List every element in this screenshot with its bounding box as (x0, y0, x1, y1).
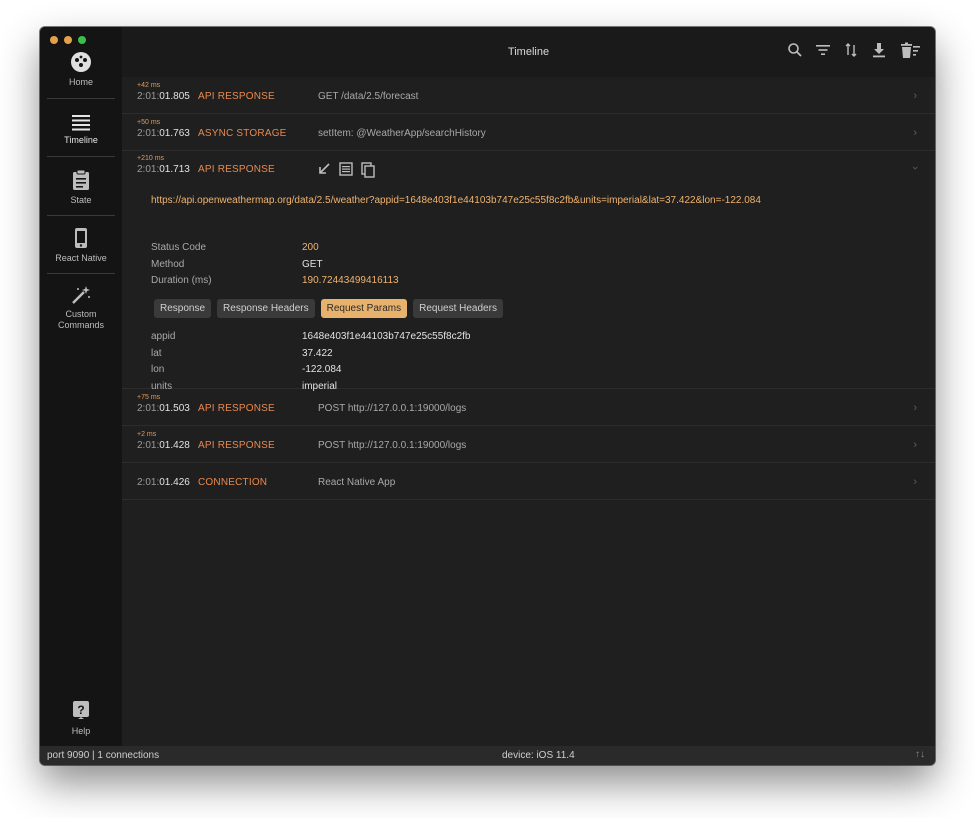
sidebar-item-home[interactable]: Home (47, 51, 115, 88)
sidebar-item-help[interactable]: ? Help (47, 700, 115, 737)
status-code-label: Status Code (151, 242, 207, 253)
row-type: ASYNC STORAGE (198, 128, 287, 139)
row-actions (317, 162, 375, 183)
header: Timeline (122, 27, 935, 77)
timeline-row[interactable]: +2 ms 2:01:01.428 API RESPONSE POST http… (122, 427, 935, 463)
row-delta: +42 ms (137, 82, 161, 89)
download-icon[interactable] (871, 42, 887, 58)
main-panel: Timeline +42 ms 2:01:01.805 API RESPONSE… (122, 27, 935, 746)
tab-request-params[interactable]: Request Params (320, 299, 408, 318)
sidebar-item-label: State (70, 195, 92, 205)
document-icon[interactable] (339, 162, 353, 183)
row-delta: +210 ms (137, 155, 165, 162)
chevron-right-icon[interactable]: › (913, 127, 917, 139)
timeline-row[interactable]: 2:01:01.426 CONNECTION React Native App … (122, 464, 935, 500)
search-icon[interactable] (787, 42, 803, 58)
timeline-row[interactable]: +210 ms 2:01:01.713 API RESPONSE › (122, 151, 935, 187)
row-description: POST http://127.0.0.1:19000/logs (318, 440, 467, 451)
timeline-lines-icon (72, 115, 90, 131)
app-window: Home Timeline State React Native Custom … (40, 27, 935, 765)
trash-icon[interactable] (899, 42, 921, 58)
timeline-row[interactable]: +75 ms 2:01:01.503 API RESPONSE POST htt… (122, 390, 935, 426)
sidebar-item-label: Timeline (64, 135, 98, 145)
filter-icon[interactable] (815, 42, 831, 58)
row-type: API RESPONSE (198, 403, 275, 414)
row-time: 2:01:01.426 (137, 477, 190, 488)
header-toolbar (787, 42, 921, 58)
row-type: CONNECTION (198, 477, 268, 488)
sidebar-item-state[interactable]: State (47, 169, 115, 206)
row-type: API RESPONSE (198, 164, 275, 175)
method-label: Method (151, 259, 185, 270)
sidebar: Home Timeline State React Native Custom … (40, 27, 122, 746)
close-window-button[interactable] (50, 36, 58, 44)
tab-request-headers[interactable]: Request Headers (413, 299, 503, 318)
row-time: 2:01:01.713 (137, 164, 190, 175)
timeline-row[interactable]: +50 ms 2:01:01.763 ASYNC STORAGE setItem… (122, 115, 935, 151)
param-value: 1648e403f1e44103b747e25c55f8c2fb (302, 331, 471, 342)
row-delta: +75 ms (137, 394, 161, 401)
row-description: GET /data/2.5/forecast (318, 91, 419, 102)
chevron-right-icon[interactable]: › (913, 90, 917, 102)
param-value: 37.422 (302, 348, 333, 359)
clipboard-icon (73, 169, 89, 190)
timeline-row-expanded: +210 ms 2:01:01.713 API RESPONSE › https… (122, 151, 935, 392)
tab-response-headers[interactable]: Response Headers (217, 299, 315, 318)
timeline-row[interactable]: +42 ms 2:01:01.805 API RESPONSE GET /dat… (122, 78, 935, 114)
help-icon: ? (73, 701, 89, 719)
row-time: 2:01:01.763 (137, 128, 190, 139)
reply-arrow-icon[interactable] (317, 162, 331, 183)
param-key: lat (151, 348, 162, 359)
tab-response[interactable]: Response (154, 299, 212, 318)
param-key: appid (151, 331, 176, 342)
row-description: POST http://127.0.0.1:19000/logs (318, 403, 467, 414)
row-time: 2:01:01.503 (137, 403, 190, 414)
sidebar-divider (47, 98, 115, 99)
window-controls (50, 36, 86, 44)
sidebar-item-label: React Native (55, 253, 107, 263)
row-description: React Native App (318, 477, 396, 488)
status-bar: port 9090 | 1 connections device: iOS 11… (40, 746, 935, 765)
chevron-down-icon[interactable]: › (909, 166, 921, 170)
chevron-right-icon[interactable]: › (913, 476, 917, 488)
sort-icon[interactable] (843, 42, 859, 58)
magic-wand-icon (72, 286, 90, 304)
status-code-value: 200 (302, 242, 319, 253)
sidebar-divider (47, 156, 115, 157)
row-delta: +50 ms (137, 119, 161, 126)
sidebar-divider (47, 215, 115, 216)
sidebar-item-custom-commands[interactable]: Custom Commands (47, 285, 115, 331)
row-description: setItem: @WeatherApp/searchHistory (318, 128, 486, 139)
chevron-right-icon[interactable]: › (913, 402, 917, 414)
param-key: lon (151, 364, 165, 375)
request-url[interactable]: https://api.openweathermap.org/data/2.5/… (151, 195, 761, 206)
duration-value: 190.72443499416113 (302, 275, 399, 286)
row-time: 2:01:01.805 (137, 91, 190, 102)
row-type: API RESPONSE (198, 440, 275, 451)
sidebar-item-timeline[interactable]: Timeline (47, 113, 115, 146)
detail-tabs: Response Response Headers Request Params… (154, 299, 503, 318)
sidebar-item-label: Custom Commands (57, 309, 104, 330)
minimize-window-button[interactable] (64, 36, 72, 44)
chevron-right-icon[interactable]: › (913, 439, 917, 451)
duration-label: Duration (ms) (151, 275, 212, 286)
sort-arrows-icon[interactable]: ↑↓ (915, 749, 925, 760)
phone-icon (75, 228, 87, 248)
sidebar-item-react-native[interactable]: React Native (47, 227, 115, 264)
sidebar-divider (47, 273, 115, 274)
row-delta: +2 ms (137, 431, 157, 438)
row-type: API RESPONSE (198, 91, 275, 102)
copy-icon[interactable] (361, 162, 375, 183)
sidebar-item-label: Help (71, 726, 91, 736)
svg-text:?: ? (77, 703, 84, 717)
zoom-window-button[interactable] (78, 36, 86, 44)
connection-status: port 9090 | 1 connections (47, 750, 160, 761)
home-logo-icon (71, 52, 91, 72)
sidebar-item-label: Home (68, 77, 93, 87)
method-value: GET (302, 259, 323, 270)
row-time: 2:01:01.428 (137, 440, 190, 451)
param-value: -122.084 (302, 364, 342, 375)
device-status: device: iOS 11.4 (502, 750, 575, 761)
